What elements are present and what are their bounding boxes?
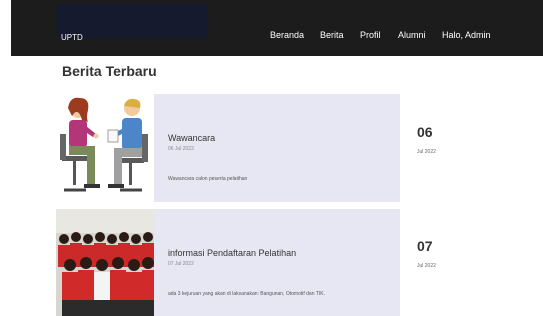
- news-description: ada 3 kejuruan yang akan di laksanakan: …: [168, 291, 325, 297]
- news-month-label: Jul 2022: [417, 149, 436, 155]
- news-image-interview: [56, 94, 154, 202]
- nav-link-berita[interactable]: Berita: [320, 30, 344, 40]
- news-date: 07 Jul 2022: [168, 261, 194, 267]
- news-image-group-photo: [56, 209, 154, 316]
- nav-link-beranda[interactable]: Beranda: [270, 30, 304, 40]
- news-date: 06 Jul 2022: [168, 146, 194, 152]
- news-day-label: 06: [417, 124, 433, 140]
- brand-link[interactable]: UPTD: [61, 33, 83, 42]
- news-description: Wawancara calon peserta pelatihan: [168, 176, 248, 182]
- news-title[interactable]: Wawancara: [168, 133, 215, 143]
- news-card-wawancara[interactable]: Wawancara 06 Jul 2022 Wawancara calon pe…: [56, 94, 400, 202]
- nav-link-alumni[interactable]: Alumni: [398, 30, 426, 40]
- nav-link-profil[interactable]: Profil: [360, 30, 381, 40]
- news-title[interactable]: informasi Pendaftaran Pelatihan: [168, 248, 296, 258]
- news-month-label: Jul 2022: [417, 263, 436, 269]
- news-card-pendaftaran[interactable]: informasi Pendaftaran Pelatihan 07 Jul 2…: [56, 209, 400, 316]
- nav-link-user-menu[interactable]: Halo, Admin: [442, 30, 491, 40]
- top-navbar: UPTD Beranda Berita Profil Alumni Halo, …: [11, 0, 543, 56]
- news-day-label: 07: [417, 238, 433, 254]
- page-title: Berita Terbaru: [62, 63, 157, 79]
